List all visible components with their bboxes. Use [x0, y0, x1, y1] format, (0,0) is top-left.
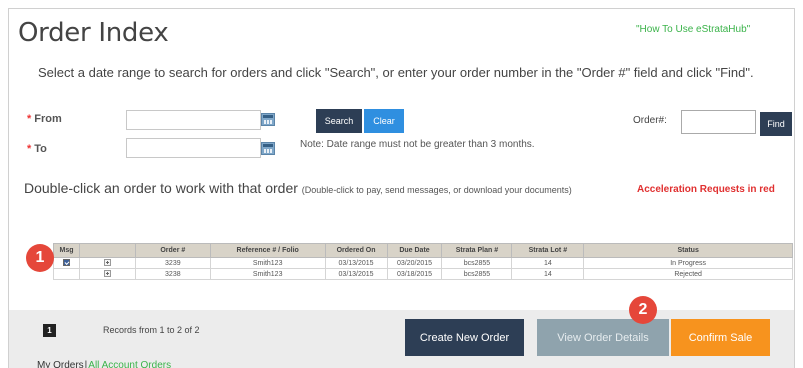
orders-scope-links: My Orders|All Account Orders — [37, 360, 171, 368]
plus-icon[interactable] — [103, 270, 111, 278]
list-heading: Double-click an order to work with that … — [24, 178, 624, 200]
create-new-order-button[interactable]: Create New Order — [405, 319, 524, 356]
strata-plan-cell: bcs2855 — [441, 257, 513, 269]
due-date-cell: 03/20/2015 — [386, 257, 443, 269]
plus-icon[interactable] — [103, 259, 111, 267]
order-number-input[interactable] — [681, 110, 756, 134]
calendar-icon[interactable] — [261, 142, 275, 155]
column-header-expand — [78, 243, 136, 258]
column-header-strata-plan[interactable]: Strata Plan # — [441, 243, 513, 258]
strata-lot-cell: 14 — [511, 268, 585, 280]
table-row[interactable]: 3238 Smith123 03/13/2015 03/18/2015 bcs2… — [53, 268, 793, 280]
confirm-sale-button[interactable]: Confirm Sale — [671, 319, 770, 356]
ordered-on-cell: 03/13/2015 — [324, 257, 388, 269]
instructions-text: Select a date range to search for orders… — [38, 65, 754, 80]
strata-lot-cell: 14 — [511, 257, 585, 269]
to-label: * To — [27, 143, 47, 155]
find-button[interactable]: Find — [760, 112, 792, 136]
column-header-status[interactable]: Status — [583, 243, 793, 258]
status-cell: In Progress — [583, 257, 793, 269]
from-label-text: From — [34, 113, 62, 125]
link-separator: | — [84, 360, 88, 368]
list-heading-text: Double-click an order to work with that … — [24, 180, 298, 196]
to-date-input[interactable] — [126, 138, 261, 158]
order-cell: 3238 — [134, 268, 211, 280]
page-title: Order Index — [18, 18, 169, 48]
to-label-text: To — [34, 143, 47, 155]
records-count: Records from 1 to 2 of 2 — [103, 325, 200, 335]
step-badge-2: 2 — [629, 296, 657, 324]
column-header-due-date[interactable]: Due Date — [386, 243, 443, 258]
msg-cell — [53, 268, 80, 280]
help-link[interactable]: "How To Use eStrataHub" — [636, 24, 750, 35]
due-date-cell: 03/18/2015 — [386, 268, 443, 280]
column-header-strata-lot[interactable]: Strata Lot # — [511, 243, 585, 258]
ordered-on-cell: 03/13/2015 — [324, 268, 388, 280]
list-heading-note: (Double-click to pay, send messages, or … — [301, 185, 572, 195]
strata-plan-cell: bcs2855 — [441, 268, 513, 280]
column-header-order[interactable]: Order # — [134, 243, 211, 258]
column-header-reference[interactable]: Reference # / Folio — [209, 243, 326, 258]
date-range-note: Note: Date range must not be greater tha… — [300, 139, 535, 150]
expand-cell — [78, 257, 136, 269]
from-date-input[interactable] — [126, 110, 261, 130]
column-header-ordered-on[interactable]: Ordered On — [324, 243, 388, 258]
search-button[interactable]: Search — [316, 109, 362, 133]
page-number[interactable]: 1 — [43, 324, 56, 337]
reference-cell: Smith123 — [209, 257, 326, 269]
orders-table: Msg Order # Reference # / Folio Ordered … — [53, 243, 793, 280]
all-account-orders-link[interactable]: All Account Orders — [88, 360, 171, 368]
calendar-icon[interactable] — [261, 113, 275, 126]
order-cell: 3239 — [134, 257, 211, 269]
message-checkbox[interactable] — [62, 259, 70, 267]
my-orders-link[interactable]: My Orders — [37, 360, 84, 368]
acceleration-note: Acceleration Requests in red — [637, 184, 775, 195]
status-cell: Rejected — [583, 268, 793, 280]
table-row[interactable]: 3239 Smith123 03/13/2015 03/20/2015 bcs2… — [53, 257, 793, 269]
column-header-msg[interactable]: Msg — [53, 243, 80, 258]
required-marker: * — [27, 113, 32, 125]
order-number-label: Order#: — [633, 115, 667, 126]
required-marker: * — [27, 143, 32, 155]
clear-button[interactable]: Clear — [364, 109, 404, 133]
step-badge-1: 1 — [26, 244, 54, 272]
from-label: * From — [27, 113, 62, 125]
table-header-row: Msg Order # Reference # / Folio Ordered … — [53, 243, 793, 258]
msg-cell — [53, 257, 80, 269]
expand-cell — [78, 268, 136, 280]
reference-cell: Smith123 — [209, 268, 326, 280]
view-order-details-button[interactable]: View Order Details — [537, 319, 669, 356]
